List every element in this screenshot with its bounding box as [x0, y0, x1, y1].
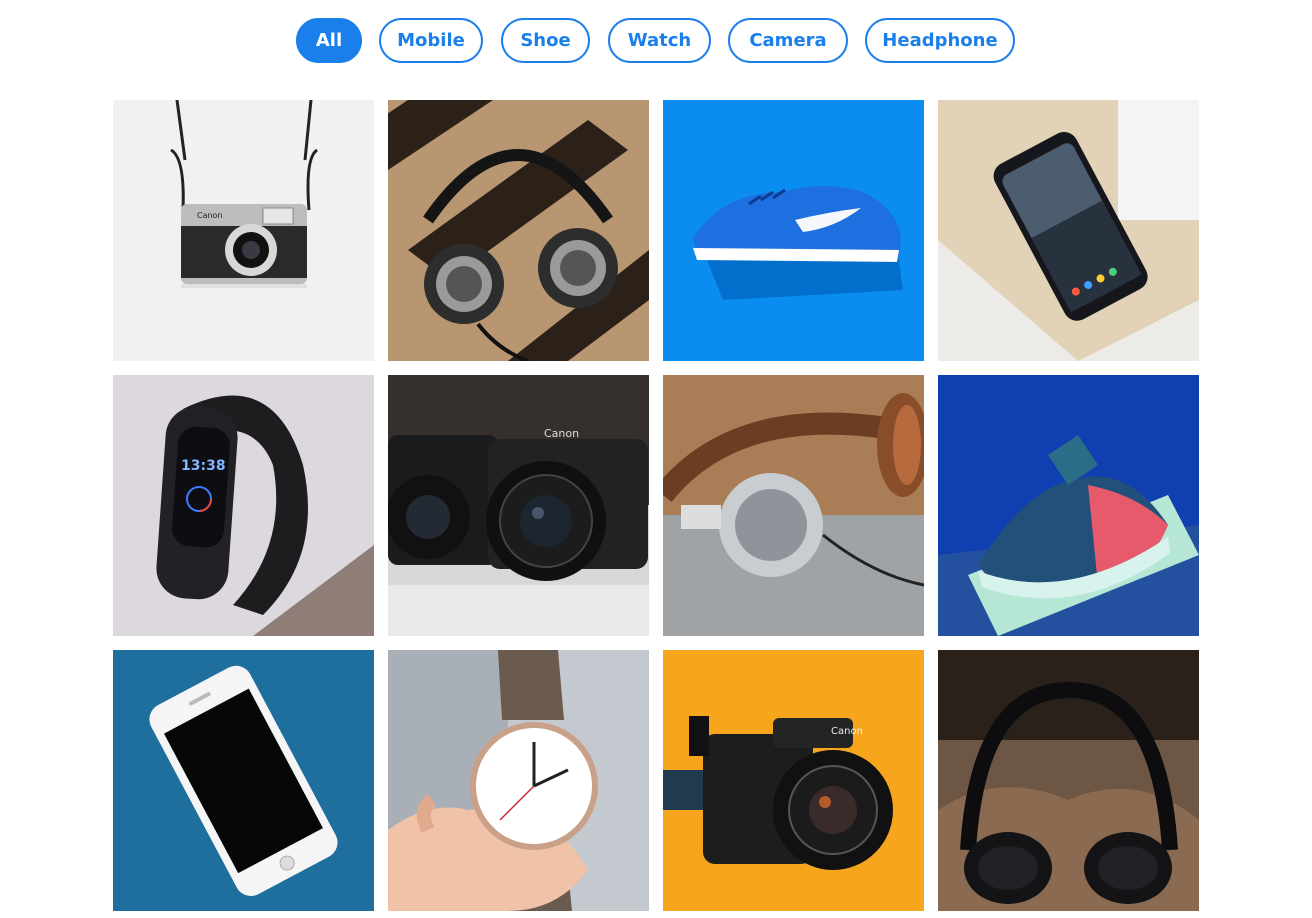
filter-watch-button[interactable]: Watch — [608, 18, 711, 63]
gallery-item-headphone[interactable] — [388, 100, 649, 361]
filter-bar: All Mobile Shoe Watch Camera Headphone — [0, 18, 1312, 63]
watch-photo-icon — [388, 650, 649, 911]
gallery-item-headphone[interactable] — [938, 650, 1199, 911]
gallery-item-camera[interactable]: Canon — [113, 100, 374, 361]
gallery-item-watch[interactable] — [388, 650, 649, 911]
filter-headphone-button[interactable]: Headphone — [865, 18, 1015, 63]
mobile-photo-icon — [938, 100, 1199, 361]
gallery-item-mobile[interactable] — [938, 100, 1199, 361]
filter-camera-button[interactable]: Camera — [728, 18, 848, 63]
gallery-item-shoe[interactable] — [663, 100, 924, 361]
watch-time-text: 13:38 — [181, 458, 226, 474]
product-gallery: Canon 13:38 Canon Canon — [113, 100, 1199, 911]
mobile-photo-icon — [113, 650, 374, 911]
camera-brand-text: Canon — [831, 726, 863, 737]
gallery-item-mobile[interactable] — [113, 650, 374, 911]
gallery-item-watch[interactable]: 13:38 — [113, 375, 374, 636]
filter-shoe-button[interactable]: Shoe — [501, 18, 590, 63]
camera-brand-text: Canon — [544, 427, 579, 440]
filter-mobile-button[interactable]: Mobile — [379, 18, 483, 63]
shoe-photo-icon — [938, 375, 1199, 636]
shoe-photo-icon — [663, 100, 924, 361]
headphone-photo-icon — [388, 100, 649, 361]
watch-photo-icon: 13:38 — [113, 375, 374, 636]
headphone-photo-icon — [938, 650, 1199, 911]
filter-all-button[interactable]: All — [296, 18, 362, 63]
gallery-item-headphone[interactable] — [663, 375, 924, 636]
gallery-item-camera[interactable]: Canon — [663, 650, 924, 911]
headphone-photo-icon — [663, 375, 924, 636]
camera-photo-icon: Canon — [113, 100, 374, 361]
camera-brand-text: Canon — [197, 211, 223, 220]
camera-photo-icon: Canon — [388, 375, 649, 636]
gallery-item-shoe[interactable] — [938, 375, 1199, 636]
gallery-item-camera[interactable]: Canon — [388, 375, 649, 636]
camera-photo-icon: Canon — [663, 650, 924, 911]
